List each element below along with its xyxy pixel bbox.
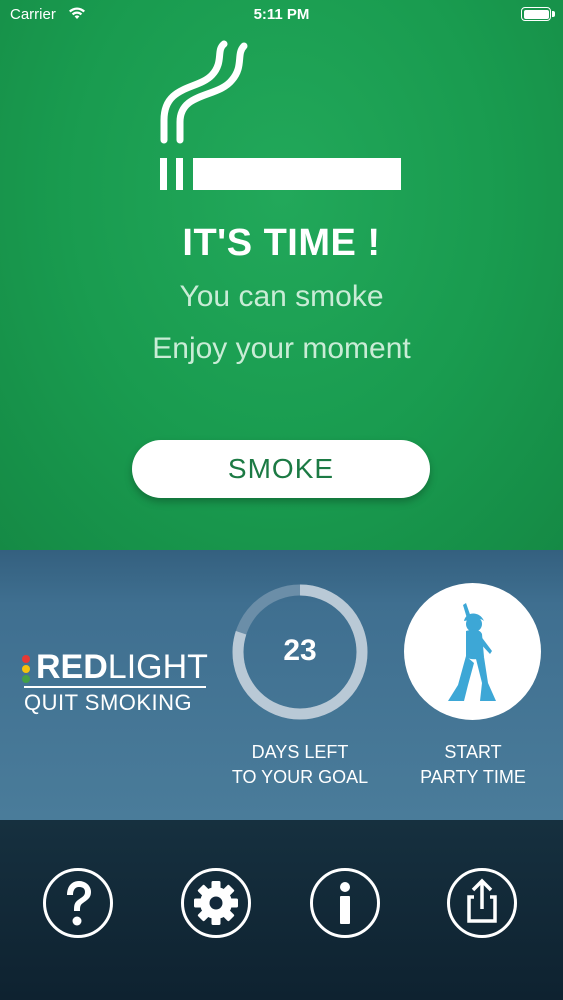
logo-word-red: RED (36, 648, 108, 686)
logo-wordmark: REDLIGHT (36, 648, 208, 687)
status-panel: Carrier 5:11 PM IT'S TIME ! You can smok… (0, 0, 563, 550)
share-icon (467, 878, 497, 923)
help-button[interactable] (43, 868, 113, 938)
party-time-label-line1: START (444, 742, 502, 762)
redlight-logo: REDLIGHT QUIT SMOKING (22, 648, 212, 720)
clock: 5:11 PM (253, 6, 310, 23)
days-left-label: DAYS LEFT TO YOUR GOAL (210, 740, 390, 790)
bottom-toolbar (0, 820, 563, 1000)
logo-tagline: QUIT SMOKING (24, 690, 193, 715)
days-left-label-line1: DAYS LEFT (251, 742, 349, 762)
stats-panel: REDLIGHT QUIT SMOKING 23 DAYS LEFT TO YO… (0, 550, 563, 820)
party-time-label-line2: PARTY TIME (420, 767, 526, 787)
status-headline: IT'S TIME ! (182, 222, 381, 264)
battery-icon (521, 7, 555, 21)
days-left-count: 23 (283, 634, 317, 667)
settings-button[interactable] (181, 868, 251, 938)
days-left-label-line2: TO YOUR GOAL (231, 767, 369, 787)
question-icon (67, 881, 91, 926)
dancer-icon (448, 603, 496, 701)
traffic-light-icon (22, 655, 32, 685)
gear-icon (194, 881, 238, 925)
status-message: You can smoke (179, 280, 384, 313)
smoke-button[interactable]: SMOKE (132, 440, 430, 498)
info-button[interactable] (310, 868, 380, 938)
status-bar: Carrier 5:11 PM (0, 0, 563, 30)
info-icon (340, 882, 350, 924)
logo-word-light: LIGHT (107, 648, 208, 686)
party-time-label: START PARTY TIME (383, 740, 563, 790)
cigarette-icon (160, 40, 401, 190)
party-time-button[interactable] (404, 583, 541, 720)
share-button[interactable] (447, 868, 517, 938)
status-submessage: Enjoy your moment (152, 332, 411, 365)
